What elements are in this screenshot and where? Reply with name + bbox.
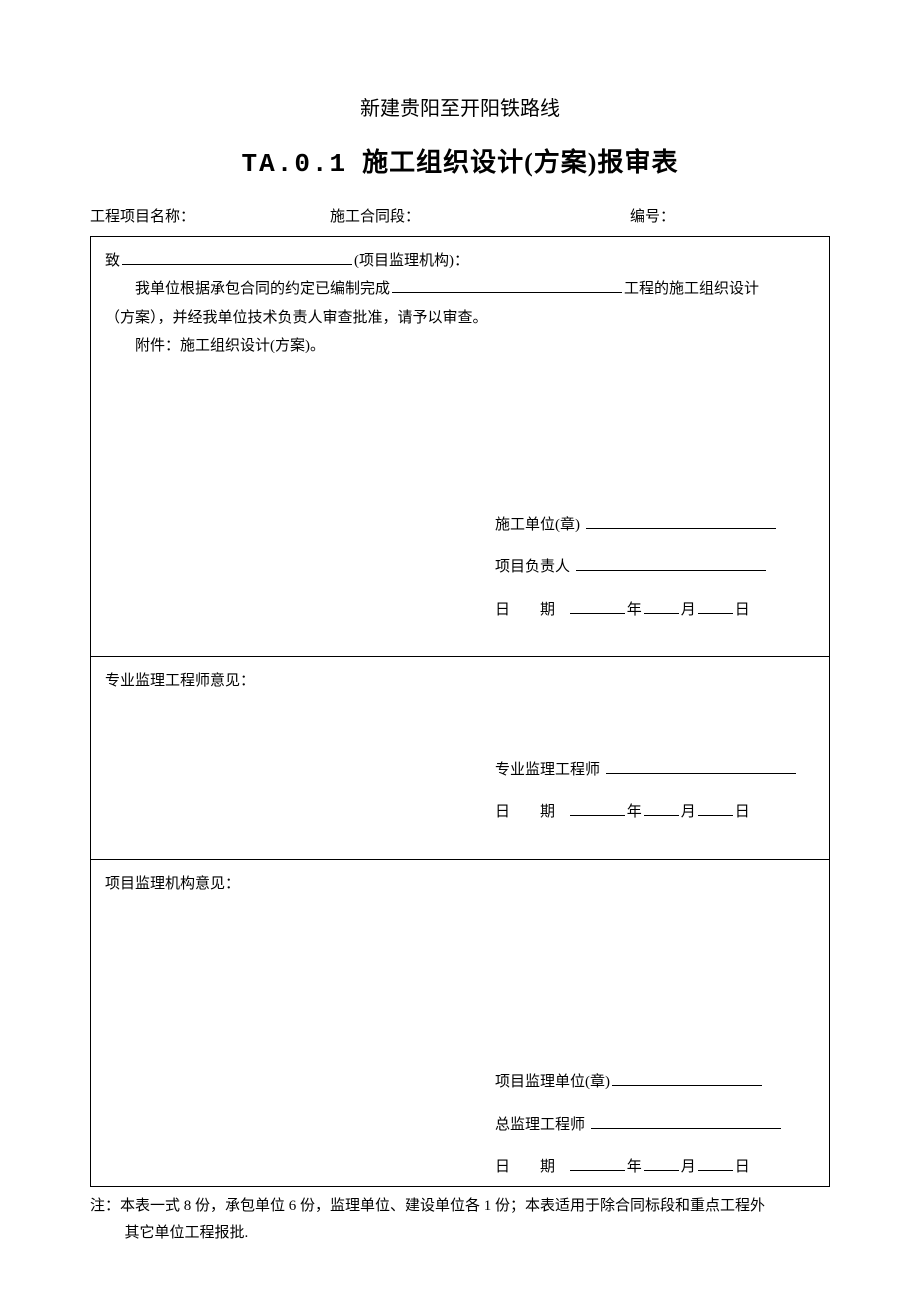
supervisor-opinion-heading: 专业监理工程师意见： [105, 667, 815, 696]
body-line-1: 我单位根据承包合同的约定已编制完成工程的施工组织设计 [105, 275, 815, 304]
supervision-org-opinion-heading: 项目监理机构意见： [105, 870, 815, 899]
day-blank[interactable] [698, 598, 733, 614]
year-blank[interactable] [570, 598, 625, 614]
month-blank-2[interactable] [644, 801, 679, 817]
meta-row: 工程项目名称： 施工合同段： 编号： [90, 203, 830, 232]
month-blank-3[interactable] [644, 1156, 679, 1172]
year-blank-3[interactable] [570, 1156, 625, 1172]
project-name-label: 工程项目名称： [90, 203, 330, 232]
footer-note: 注：本表一式 8 份，承包单位 6 份，监理单位、建设单位各 1 份；本表适用于… [90, 1193, 830, 1247]
supervision-org-signature-block: 项目监理单位(章) 总监理工程师 日期 年月日 [495, 1068, 815, 1182]
form-title-text: 施工组织设计(方案)报审表 [362, 148, 678, 177]
addressee-line: 致(项目监理机构)： [105, 247, 815, 276]
contractor-unit-blank[interactable] [586, 513, 776, 529]
supervisor-engineer-blank[interactable] [606, 758, 796, 774]
attachment-line: 附件：施工组织设计(方案)。 [105, 332, 815, 361]
supervisor-engineer-cell: 专业监理工程师意见： 专业监理工程师 日期 年月日 [91, 657, 830, 860]
chief-engineer-blank[interactable] [591, 1113, 781, 1129]
form-code: TA.0.1 [242, 149, 348, 179]
supervision-unit-blank[interactable] [612, 1071, 762, 1087]
project-leader-blank[interactable] [576, 556, 766, 572]
supervisor-signature-block: 专业监理工程师 日期 年月日 [495, 756, 815, 827]
body-line-2: （方案），并经我单位技术负责人审查批准，请予以审查。 [105, 304, 815, 333]
addressee-blank[interactable] [122, 249, 352, 265]
railway-line-title: 新建贵阳至开阳铁路线 [90, 90, 830, 128]
approval-form-table: 致(项目监理机构)： 我单位根据承包合同的约定已编制完成工程的施工组织设计 （方… [90, 236, 830, 1187]
year-blank-2[interactable] [570, 801, 625, 817]
project-blank[interactable] [392, 278, 622, 294]
month-blank[interactable] [644, 598, 679, 614]
form-title: TA.0.1 施工组织设计(方案)报审表 [90, 138, 830, 189]
day-blank-3[interactable] [698, 1156, 733, 1172]
contractor-section-cell: 致(项目监理机构)： 我单位根据承包合同的约定已编制完成工程的施工组织设计 （方… [91, 236, 830, 657]
contractor-signature-block: 施工单位(章) 项目负责人 日期 年月日 [495, 511, 815, 625]
day-blank-2[interactable] [698, 801, 733, 817]
form-number-label: 编号： [630, 203, 830, 232]
supervision-org-cell: 项目监理机构意见： 项目监理单位(章) 总监理工程师 日期 年月日 [91, 859, 830, 1186]
contract-section-label: 施工合同段： [330, 203, 630, 232]
